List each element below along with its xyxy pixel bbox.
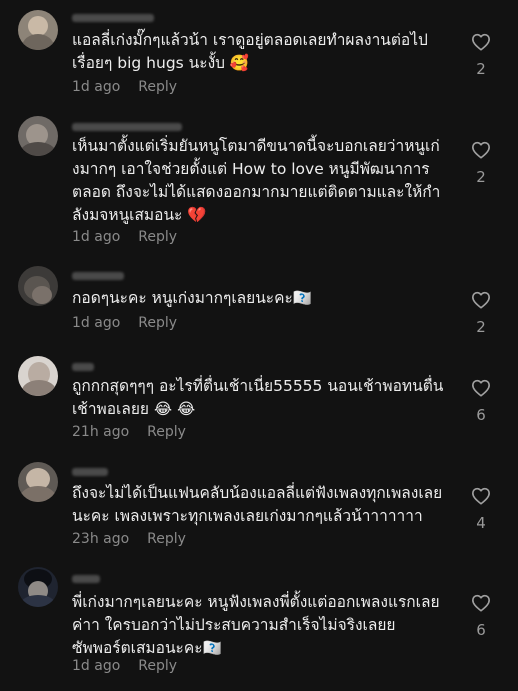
comment-meta: 21h ago Reply <box>72 424 186 440</box>
avatar[interactable] <box>18 10 58 50</box>
username-blurred[interactable] <box>72 272 124 280</box>
like-count: 6 <box>476 406 486 424</box>
comment-item: เห็นมาตั้งแต่เริ่มยันหนูโตมาดีขนาดนี้จะบ… <box>0 110 518 262</box>
like-count: 6 <box>476 621 486 639</box>
username-blurred[interactable] <box>72 363 94 371</box>
comment-meta: 1d ago Reply <box>72 315 177 331</box>
username-blurred[interactable] <box>72 468 108 476</box>
comment-meta: 1d ago Reply <box>72 658 177 674</box>
reply-button[interactable]: Reply <box>138 315 177 331</box>
avatar[interactable] <box>18 356 58 396</box>
comment-meta: 23h ago Reply <box>72 531 186 547</box>
comment-item: แอลลี่เก่งมั๊กๆแล้วน้า เราดูอยู่ตลอดเลยท… <box>0 0 518 110</box>
comment-item: ถึงจะไม่ได้เป็นแฟนคลับน้องแอลลี่แต่ฟังเพ… <box>0 462 518 567</box>
avatar[interactable] <box>18 462 58 502</box>
like-button[interactable]: 2 <box>466 33 496 78</box>
reply-button[interactable]: Reply <box>138 79 177 95</box>
like-count: 2 <box>476 168 486 186</box>
reply-button[interactable]: Reply <box>147 424 186 440</box>
like-count: 2 <box>476 60 486 78</box>
heart-outline-icon[interactable] <box>471 487 491 505</box>
heart-outline-icon[interactable] <box>471 379 491 397</box>
heart-outline-icon[interactable] <box>471 594 491 612</box>
username-blurred[interactable] <box>72 575 100 583</box>
comment-text: กอดๆนะคะ หนูเก่งมากๆเลยนะคะ🇽🇽 <box>72 289 313 307</box>
heart-outline-icon[interactable] <box>471 141 491 159</box>
reply-button[interactable]: Reply <box>147 531 186 547</box>
comment-time: 1d ago <box>72 315 121 331</box>
heart-outline-icon[interactable] <box>471 291 491 309</box>
avatar[interactable] <box>18 567 58 607</box>
comment-item: พี่เก่งมากๆเลยนะคะ หนูฟังเพลงพี่ตั้งแต่อ… <box>0 567 518 691</box>
username-blurred[interactable] <box>72 123 182 131</box>
comment-time: 21h ago <box>72 424 130 440</box>
comment-time: 1d ago <box>72 79 121 95</box>
comment-time: 1d ago <box>72 658 121 674</box>
comment-time: 23h ago <box>72 531 130 547</box>
reply-button[interactable]: Reply <box>138 229 177 245</box>
like-button[interactable]: 2 <box>466 291 496 336</box>
avatar[interactable] <box>18 266 58 306</box>
like-count: 4 <box>476 514 486 532</box>
comment-time: 1d ago <box>72 229 121 245</box>
like-button[interactable]: 2 <box>466 141 496 186</box>
comment-item: ถูกกกสุดๆๆๆ อะไรที่ตื่นเช้าเนี่ย55555 นอ… <box>0 352 518 462</box>
heart-outline-icon[interactable] <box>471 33 491 51</box>
comment-text: แอลลี่เก่งมั๊กๆแล้วน้า เราดูอยู่ตลอดเลยท… <box>72 31 428 72</box>
comment-text: เห็นมาตั้งแต่เริ่มยันหนูโตมาดีขนาดนี้จะบ… <box>72 137 441 224</box>
like-button[interactable]: 6 <box>466 379 496 424</box>
username-blurred[interactable] <box>72 14 154 22</box>
comment-meta: 1d ago Reply <box>72 79 177 95</box>
reply-button[interactable]: Reply <box>138 658 177 674</box>
like-button[interactable]: 4 <box>466 487 496 532</box>
comment-text: พี่เก่งมากๆเลยนะคะ หนูฟังเพลงพี่ตั้งแต่อ… <box>72 593 440 657</box>
like-count: 2 <box>476 318 486 336</box>
avatar[interactable] <box>18 116 58 156</box>
comment-item: กอดๆนะคะ หนูเก่งมากๆเลยนะคะ🇽🇽 1d ago Repl… <box>0 262 518 352</box>
comment-text: ถูกกกสุดๆๆๆ อะไรที่ตื่นเช้าเนี่ย55555 นอ… <box>72 377 444 418</box>
like-button[interactable]: 6 <box>466 594 496 639</box>
comment-text: ถึงจะไม่ได้เป็นแฟนคลับน้องแอลลี่แต่ฟังเพ… <box>72 484 443 525</box>
comment-meta: 1d ago Reply <box>72 229 177 245</box>
